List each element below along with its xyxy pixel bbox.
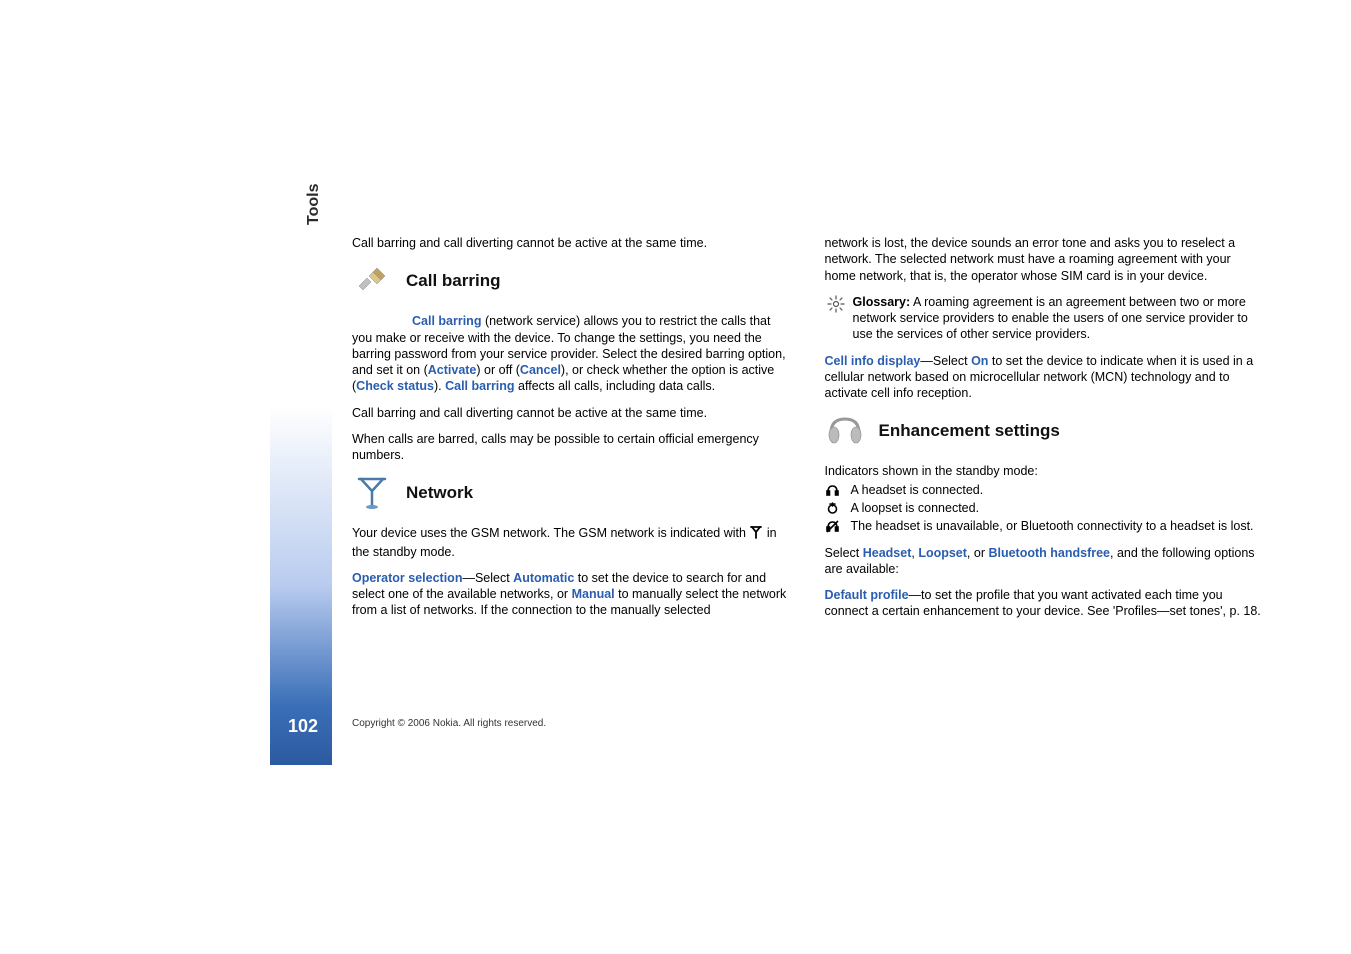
link-cancel: Cancel [520,363,561,377]
call-barring-p3: When calls are barred, calls may be poss… [352,431,790,464]
section-network: Network [352,473,790,513]
column-left: Call barring and call diverting cannot b… [352,235,790,630]
enhancement-heading: Enhancement settings [879,420,1060,442]
indicator-text-2: A loopset is connected. [851,500,980,516]
sidebar-gradient [270,165,332,765]
indicator-list: Indicators shown in the standby mode: A … [825,463,1263,534]
link-bt-handsfree: Bluetooth handsfree [988,546,1110,560]
glossary-block: Glossary: A roaming agreement is an agre… [825,294,1263,343]
glossary-label: Glossary: [853,295,911,309]
page-number: 102 [288,716,318,737]
link-activate: Activate [428,363,477,377]
link-headset: Headset [863,546,912,560]
indicator-intro: Indicators shown in the standby mode: [825,463,1263,479]
indicator-text-3: The headset is unavailable, or Bluetooth… [851,518,1254,534]
section-enhancement: Enhancement settings [825,411,1263,451]
network-p2: Operator selection—Select Automatic to s… [352,570,790,619]
link-check-status: Check status [356,379,434,393]
link-loopset: Loopset [918,546,967,560]
call-barring-icon [352,261,392,301]
indicator-row-headset-unavailable: The headset is unavailable, or Bluetooth… [825,518,1263,535]
section-call-barring: Call barring [352,261,790,301]
link-call-barring-2: Call barring [445,379,514,393]
loopset-icon [825,501,841,517]
call-barring-p2: Call barring and call diverting cannot b… [352,405,790,421]
network-icon [352,473,392,513]
intro-text: Call barring and call diverting cannot b… [352,235,790,251]
network-p1: Your device uses the GSM network. The GS… [352,525,790,560]
link-operator-selection: Operator selection [352,571,462,585]
link-default-profile: Default profile [825,588,909,602]
tip-icon [827,295,845,313]
call-barring-p1: Call barring (network service) allows yo… [352,313,790,394]
content-columns: Call barring and call diverting cannot b… [352,235,1262,630]
enhancement-icon [825,411,865,451]
default-profile-p: Default profile—to set the profile that … [825,587,1263,620]
side-tab-label: Tools [305,184,323,225]
cell-info-p: Cell info display—Select On to set the d… [825,353,1263,402]
column-right: network is lost, the device sounds an er… [825,235,1263,630]
network-cont: network is lost, the device sounds an er… [825,235,1263,284]
gsm-antenna-icon [749,525,763,543]
link-call-barring: Call barring [412,314,481,328]
manual-page: Tools 102 Call barring and call divertin… [270,165,1270,885]
link-manual: Manual [572,587,615,601]
glossary-text: Glossary: A roaming agreement is an agre… [853,294,1263,343]
copyright-text: Copyright © 2006 Nokia. All rights reser… [352,718,546,729]
link-on: On [971,354,988,368]
indicator-row-loopset: A loopset is connected. [825,500,1263,517]
link-cell-info-display: Cell info display [825,354,921,368]
link-automatic: Automatic [513,571,574,585]
indicator-text-1: A headset is connected. [851,482,984,498]
call-barring-heading: Call barring [406,270,500,292]
headset-icon [825,483,841,499]
network-heading: Network [406,482,473,504]
indicator-row-headset: A headset is connected. [825,482,1263,499]
headset-unavailable-icon [825,519,841,535]
select-enh-p: Select Headset, Loopset, or Bluetooth ha… [825,545,1263,578]
